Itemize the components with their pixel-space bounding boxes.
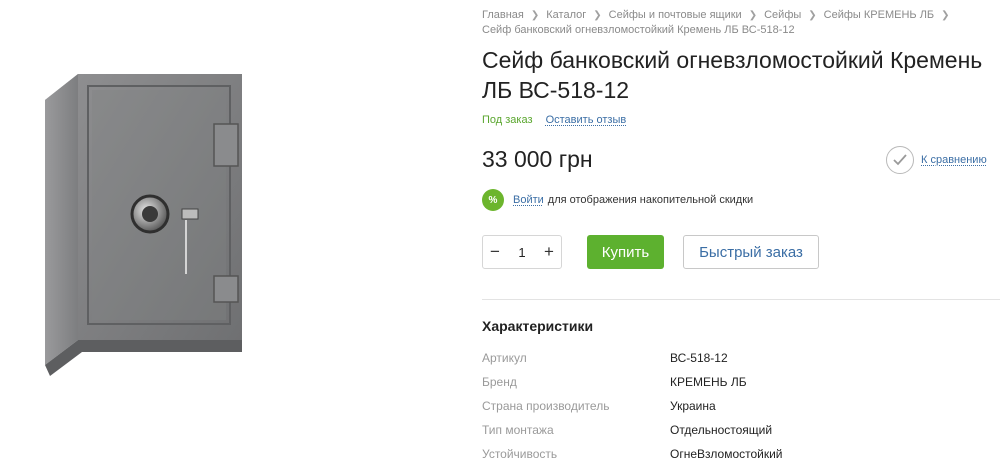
spec-value: КРЕМЕНЬ ЛБ	[670, 375, 747, 389]
spec-value: Отдельностоящий	[670, 423, 773, 437]
breadcrumb-current: Сейф банковский огневзломостойкий Кремен…	[482, 24, 795, 36]
availability-status: Под заказ	[482, 114, 533, 126]
spec-row: Тип монтажа Отдельностоящий	[482, 418, 982, 442]
specs-title: Характеристики	[482, 318, 594, 334]
quantity-input[interactable]: 1	[518, 245, 525, 260]
status-row: Под заказ Оставить отзыв	[482, 114, 626, 126]
chevron-right-icon: ❯	[593, 10, 602, 21]
chevron-right-icon: ❯	[748, 10, 758, 21]
breadcrumb-brand-safes[interactable]: Сейфы КРЕМЕНЬ ЛБ	[824, 9, 934, 21]
specs-table: Артикул ВС-518-12 Бренд КРЕМЕНЬ ЛБ Стран…	[482, 346, 982, 466]
spec-value: Украина	[670, 399, 716, 413]
chevron-right-icon: ❯	[808, 10, 817, 21]
spec-row: Страна производитель Украина	[482, 394, 982, 418]
spec-row: Бренд КРЕМЕНЬ ЛБ	[482, 370, 982, 394]
safe-product-image	[45, 74, 242, 376]
percent-badge-icon: %	[482, 189, 504, 211]
buy-button[interactable]: Купить	[587, 235, 664, 269]
spec-key: Артикул	[482, 351, 527, 365]
quantity-plus-button[interactable]: +	[537, 242, 561, 262]
chevron-right-icon: ❯	[530, 10, 540, 21]
quantity-stepper: − 1 +	[482, 235, 562, 269]
spec-key: Бренд	[482, 375, 517, 389]
spec-key: Тип монтажа	[482, 423, 554, 437]
compare-button[interactable]: К сравнению	[886, 146, 987, 174]
page-title: Сейф банковский огневзломостойкий Кремен…	[482, 47, 983, 103]
compare-label[interactable]: К сравнению	[921, 154, 987, 166]
product-image-area[interactable]	[0, 0, 470, 468]
spec-value: ВС-518-12	[670, 351, 728, 365]
quick-order-button[interactable]: Быстрый заказ	[683, 235, 819, 269]
breadcrumb-safes-mailboxes[interactable]: Сейфы и почтовые ящики	[609, 9, 742, 21]
login-link[interactable]: Войти	[513, 194, 544, 206]
compare-check-icon	[886, 146, 914, 174]
breadcrumb-catalog[interactable]: Каталог	[546, 9, 586, 21]
spec-row: Устойчивость ОгнеВзломостойкий	[482, 442, 982, 466]
product-price: 33 000 грн	[482, 146, 593, 172]
chevron-right-icon: ❯	[941, 10, 950, 21]
breadcrumb: Главная ❯ Каталог ❯ Сейфы и почтовые ящики ❯ С…	[482, 8, 992, 37]
breadcrumb-home[interactable]: Главная	[482, 9, 524, 21]
spec-key: Страна производитель	[482, 399, 610, 413]
discount-text: для отображения накопительной скидки	[547, 194, 754, 206]
divider	[482, 299, 1000, 300]
spec-key: Устойчивость	[482, 447, 558, 461]
breadcrumb-safes[interactable]: Сейфы	[764, 9, 801, 21]
leave-review-link[interactable]: Оставить отзыв	[546, 114, 627, 126]
quantity-minus-button[interactable]: −	[483, 242, 507, 262]
discount-row: % Войти для отображения накопительной ск…	[482, 189, 753, 211]
spec-value: ОгнеВзломостойкий	[670, 447, 783, 461]
spec-row: Артикул ВС-518-12	[482, 346, 982, 370]
